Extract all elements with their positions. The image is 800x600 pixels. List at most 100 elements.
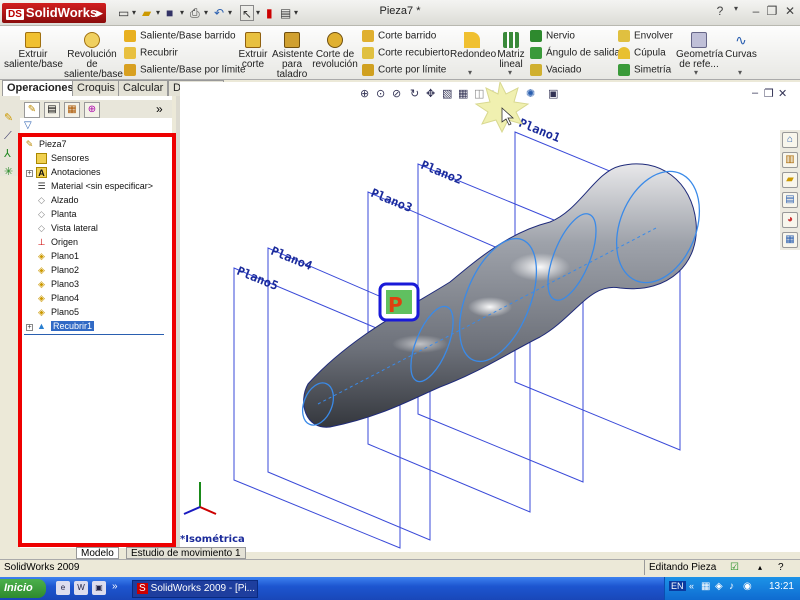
network-icon[interactable]: ▦: [701, 581, 710, 592]
plane-icon: ◇: [38, 195, 45, 206]
pattern-dropdown-icon[interactable]: ▾: [508, 68, 512, 77]
model-canvas[interactable]: Plano1 Plano2 Plano3 Plano4 Plano5 *Isom…: [180, 82, 800, 552]
feature-manager-tabs: ✎ ▤ ▦ ⊕ »: [20, 100, 172, 118]
corte-limite-button[interactable]: Corte por límite: [362, 64, 446, 76]
axis-icon[interactable]: ⅄: [4, 148, 16, 160]
tree-item-sensores[interactable]: Sensores: [36, 152, 89, 165]
curves-dropdown-icon[interactable]: ▾: [738, 68, 742, 77]
tab-modelo[interactable]: Modelo: [76, 547, 119, 559]
antivirus-icon[interactable]: ◉: [743, 581, 752, 592]
help-status-icon[interactable]: ?: [778, 560, 784, 575]
start-button[interactable]: Inicio: [0, 579, 46, 598]
app-icon[interactable]: ▣: [92, 581, 106, 595]
tree-item-origen[interactable]: ⊥ Origen: [36, 236, 78, 249]
tree-item-material[interactable]: ☰ Material <sin especificar>: [36, 180, 153, 193]
plane-icon: ◈: [38, 307, 45, 318]
plane-label-3: Plano3: [369, 186, 414, 215]
matriz-lineal-button[interactable]: Matriz lineal: [496, 32, 526, 70]
filter-icon[interactable]: ▽: [24, 120, 32, 131]
tab-croquis[interactable]: Croquis: [72, 80, 120, 96]
extrude-icon: [25, 32, 41, 48]
boundary-icon: [124, 64, 136, 76]
asistente-taladro-button[interactable]: Asistente para taladro: [272, 32, 313, 80]
solidworks-resources-icon[interactable]: ⌂: [782, 132, 798, 148]
close-button[interactable]: ✕: [782, 4, 798, 18]
tree-item-plano1[interactable]: ◈ Plano1: [36, 250, 79, 263]
geometria-referencia-button[interactable]: Geometría de refe...: [676, 32, 723, 70]
redondeo-button[interactable]: Redondeo: [450, 32, 496, 60]
cupula-button[interactable]: Cúpula: [618, 47, 666, 59]
tree-item-plano2[interactable]: ◈ Plano2: [36, 264, 79, 277]
extruir-corte-button[interactable]: Extruir corte: [234, 32, 272, 70]
expand-recubrir1[interactable]: +: [26, 324, 33, 331]
taskbar-item-solidworks[interactable]: S SolidWorks 2009 - [Pi...: [132, 580, 258, 598]
revolve-cut-icon: [327, 32, 343, 48]
configuration-manager-icon[interactable]: ▦: [64, 102, 80, 118]
tab-calcular[interactable]: Calcular: [118, 80, 169, 96]
vaciado-button[interactable]: Vaciado: [530, 64, 581, 76]
dimxpert-manager-icon[interactable]: ⊕: [84, 102, 100, 118]
tree-item-plano4[interactable]: ◈ Plano4: [36, 292, 79, 305]
revolve-icon: [84, 32, 100, 48]
language-indicator[interactable]: EN: [669, 581, 686, 591]
tree-item-vista-lateral[interactable]: ◇ Vista lateral: [36, 222, 98, 235]
tree-item-plano3[interactable]: ◈ Plano3: [36, 278, 79, 291]
corte-revolucion-button[interactable]: Corte de revolución: [312, 32, 358, 70]
tree-item-alzado[interactable]: ◇ Alzado: [36, 194, 79, 207]
tab-estudio-movimiento[interactable]: Estudio de movimiento 1: [126, 547, 246, 559]
tree-item-planta[interactable]: ◇ Planta: [36, 208, 77, 221]
plane-icon: ◇: [38, 223, 45, 234]
expand-anotaciones[interactable]: +: [26, 170, 33, 177]
view-palette-icon[interactable]: ▤: [782, 192, 798, 208]
appearances-icon[interactable]: ◕: [782, 212, 798, 228]
rollback-bar[interactable]: [24, 334, 164, 335]
boundary-cut-icon: [362, 64, 374, 76]
point-icon[interactable]: ✳: [4, 166, 16, 178]
security-icon[interactable]: ◈: [715, 581, 723, 592]
fillet-dropdown-icon[interactable]: ▾: [468, 68, 472, 77]
pencil-icon[interactable]: ✎: [4, 112, 16, 124]
shell-icon: [530, 64, 542, 76]
expand-panel-icon[interactable]: »: [156, 102, 163, 116]
help-button[interactable]: ?: [712, 4, 728, 18]
tree-item-recubrir1[interactable]: ▲ Recubrir1: [36, 320, 95, 333]
corte-recubierto-button[interactable]: Corte recubierto: [362, 47, 450, 59]
revolucion-saliente-button[interactable]: Revolución de saliente/base: [64, 32, 123, 80]
saliente-barrido-button[interactable]: Saliente/Base barrido: [124, 30, 236, 42]
line-icon[interactable]: ⟋: [4, 130, 16, 142]
property-manager-icon[interactable]: ▤: [44, 102, 60, 118]
curvas-button[interactable]: ∿ Curvas: [724, 32, 758, 60]
refgeom-dropdown-icon[interactable]: ▾: [694, 68, 698, 77]
hole-wizard-icon: [284, 32, 300, 48]
tree-root[interactable]: ✎ Pieza7: [24, 138, 67, 151]
status-dropdown-icon[interactable]: ▴: [758, 560, 762, 575]
custom-properties-icon[interactable]: ▦: [782, 232, 798, 248]
restore-button[interactable]: ❐: [764, 4, 780, 18]
rebuild-ok-icon[interactable]: ☑: [730, 560, 739, 575]
graphics-area[interactable]: ⊕ ⊙ ⊘ ↻ ✥ ▧ ▦ ◫ ◐ ◕ ✺ ▣ – ❐ ✕: [180, 82, 800, 552]
quicklaunch-expand-icon[interactable]: »: [112, 581, 118, 592]
design-library-icon[interactable]: ▥: [782, 152, 798, 168]
feature-tree-icon[interactable]: ✎: [24, 102, 40, 118]
tab-operaciones[interactable]: Operaciones: [2, 80, 79, 96]
extruir-saliente-button[interactable]: Extruir saliente/base: [4, 32, 63, 70]
help-dropdown-icon[interactable]: ▾: [728, 4, 744, 13]
tray-arrow-icon[interactable]: «: [689, 581, 694, 591]
recubrir-button[interactable]: Recubrir: [124, 47, 178, 59]
angulo-salida-button[interactable]: Ángulo de salida: [530, 47, 620, 59]
envolver-button[interactable]: Envolver: [618, 30, 673, 42]
loft-body[interactable]: [303, 163, 697, 428]
tree-item-plano5[interactable]: ◈ Plano5: [36, 306, 79, 319]
file-explorer-icon[interactable]: ▰: [782, 172, 798, 188]
simetria-button[interactable]: Simetría: [618, 64, 671, 76]
ie-icon[interactable]: e: [56, 581, 70, 595]
volume-icon[interactable]: ♪: [729, 581, 734, 592]
clock[interactable]: 13:21: [769, 581, 794, 592]
corte-barrido-button[interactable]: Corte barrido: [362, 30, 436, 42]
tree-item-anotaciones[interactable]: A Anotaciones: [36, 166, 101, 179]
saliente-limite-button[interactable]: Saliente/Base por límite: [124, 64, 246, 76]
word-icon[interactable]: W: [74, 581, 88, 595]
material-icon: ☰: [37, 181, 46, 192]
nervio-button[interactable]: Nervio: [530, 30, 575, 42]
minimize-button[interactable]: –: [748, 4, 764, 18]
